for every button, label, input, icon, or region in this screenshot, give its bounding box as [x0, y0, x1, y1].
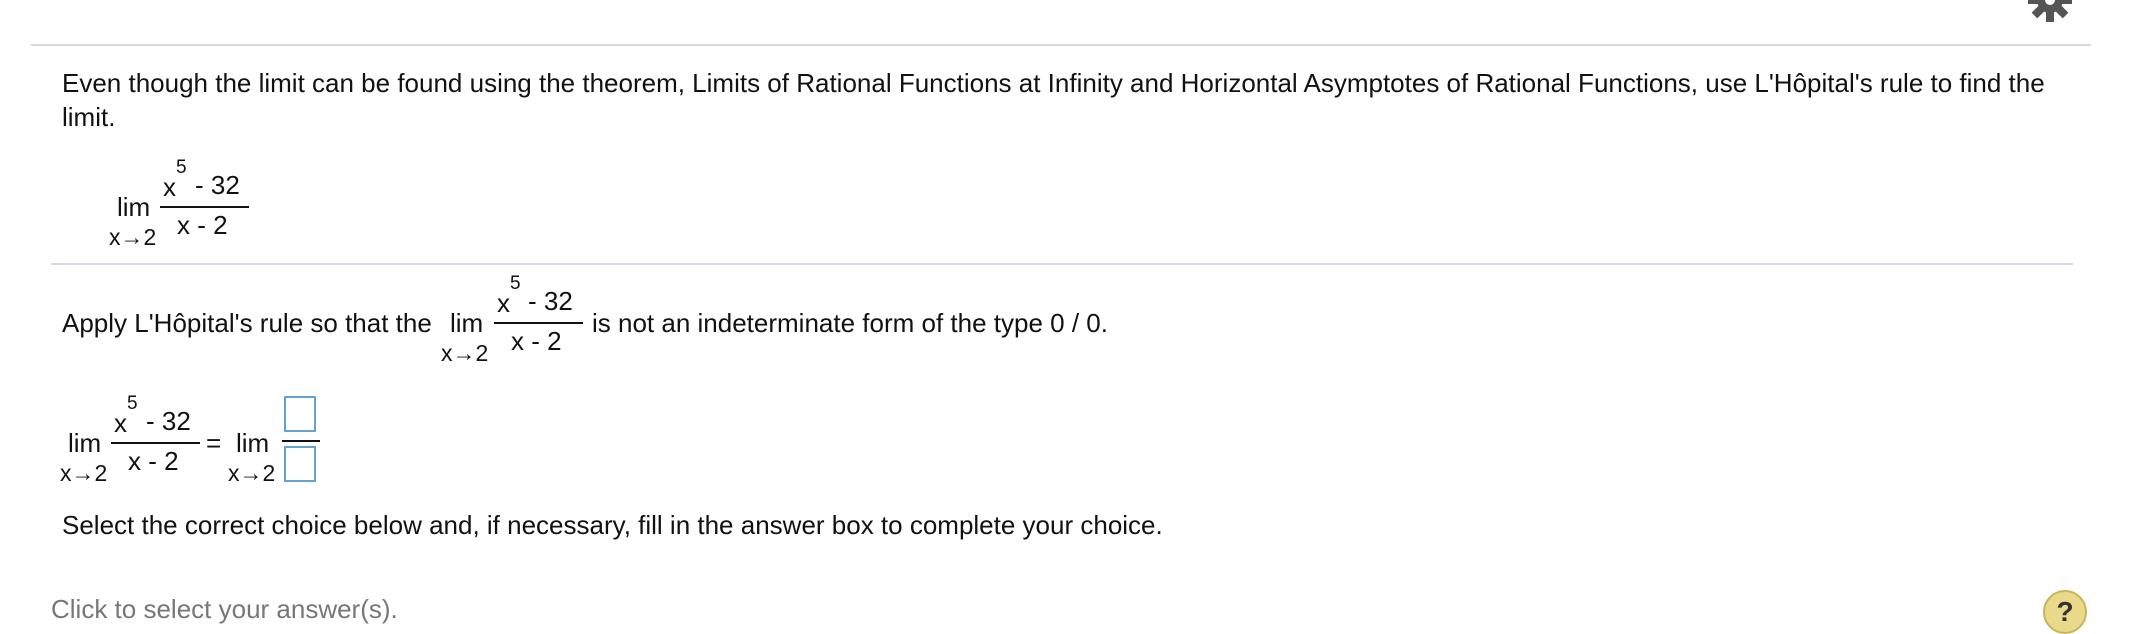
step-denominator: x - 2: [511, 326, 562, 356]
section-divider: [51, 263, 2073, 265]
gear-icon[interactable]: [2028, 0, 2072, 22]
step-suffix: is not an indeterminate form of the type…: [592, 308, 1108, 338]
problem-statement: Even though the limit can be found using…: [62, 68, 2045, 132]
rhs-lim-label: lim: [236, 428, 270, 458]
choice-prompt: Select the correct choice below and, if …: [62, 510, 1163, 540]
help-button[interactable]: ?: [2043, 590, 2087, 634]
numerator-answer-box[interactable]: [284, 396, 316, 432]
numerator-base: x: [163, 172, 176, 202]
click-to-select-link[interactable]: Click to select your answer(s).: [51, 594, 398, 625]
lim-label: lim: [117, 192, 151, 222]
eq-numerator-base: x: [114, 408, 127, 438]
eq-fraction-bar: [111, 442, 200, 444]
equals-sign: =: [206, 428, 222, 458]
step-fraction-bar: [494, 322, 583, 324]
step-numerator-base: x: [497, 288, 510, 318]
lim-subscript: x→2: [109, 224, 157, 250]
numerator-rest: - 32: [195, 170, 240, 200]
rhs-lim-subscript: x→2: [228, 460, 276, 486]
eq-numerator-exponent: 5: [127, 393, 138, 414]
fraction-bar: [160, 206, 249, 208]
step-lim-label: lim: [450, 308, 484, 338]
denominator-answer-box[interactable]: [284, 446, 316, 482]
top-divider: [31, 44, 2091, 46]
denominator: x - 2: [177, 210, 228, 240]
rhs-fraction-bar: [282, 440, 320, 442]
eq-denominator: x - 2: [128, 446, 179, 476]
step-lim-subscript: x→2: [441, 340, 489, 366]
eq-lim-label: lim: [68, 428, 102, 458]
eq-lim-subscript: x→2: [60, 460, 108, 486]
step-numerator-exponent: 5: [510, 273, 521, 294]
step-prefix: Apply L'Hôpital's rule so that the: [62, 308, 432, 338]
numerator-exponent: 5: [176, 157, 187, 178]
eq-numerator-rest: - 32: [146, 406, 191, 436]
step-numerator-rest: - 32: [528, 286, 573, 316]
